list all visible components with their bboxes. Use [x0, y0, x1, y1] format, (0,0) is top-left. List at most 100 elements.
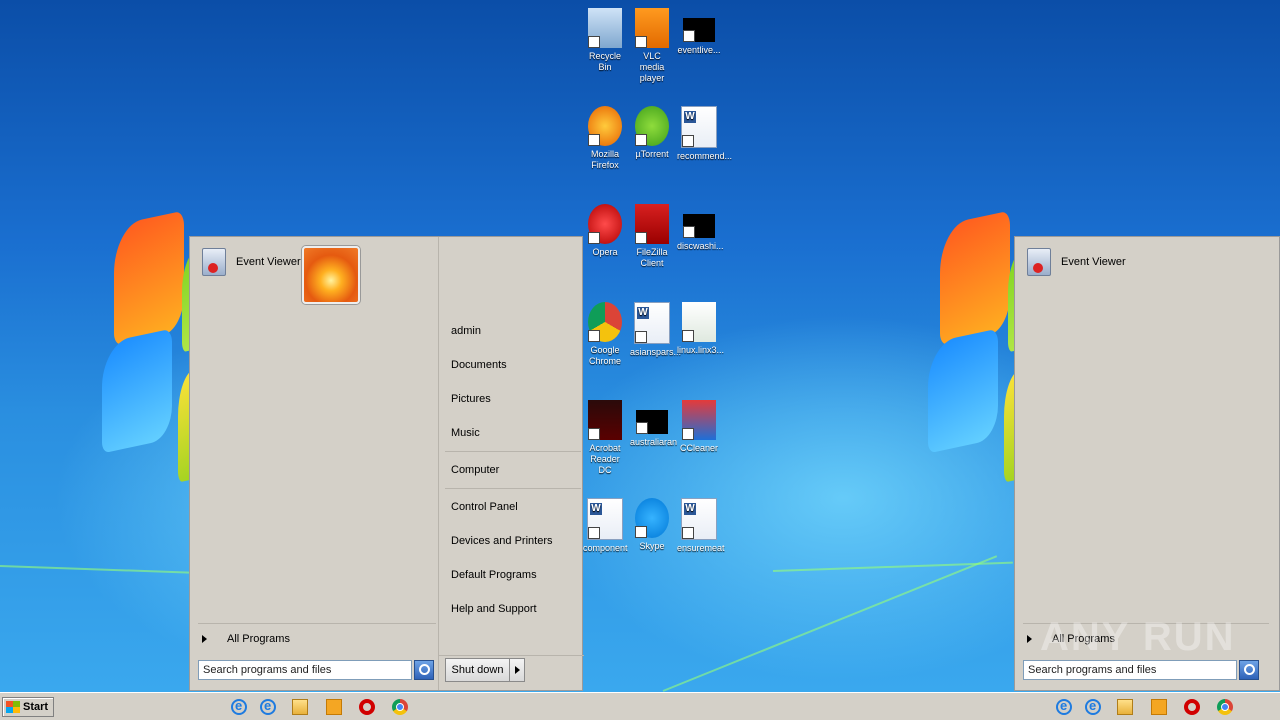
- desktop-icon[interactable]: Acrobat Reader DC: [583, 400, 627, 476]
- opera-icon[interactable]: [359, 699, 375, 715]
- desktop-icon-label: linux.linx3...: [677, 345, 725, 355]
- start-button[interactable]: Start: [2, 697, 54, 717]
- chrome-icon[interactable]: [1217, 699, 1233, 715]
- desktop-icon[interactable]: Mozilla Firefox: [583, 106, 627, 171]
- shortcut-arrow-icon: [682, 135, 694, 147]
- menu-item-music[interactable]: Music: [451, 427, 480, 439]
- program-event-viewer-right[interactable]: Event Viewer: [1027, 247, 1126, 277]
- desktop-icon[interactable]: Skype: [630, 498, 674, 552]
- shutdown-options-arrow-icon[interactable]: [510, 666, 524, 674]
- shortcut-arrow-icon: [588, 428, 600, 440]
- acrobat-icon: [588, 400, 622, 440]
- desktop-icon[interactable]: FileZilla Client: [630, 204, 674, 269]
- desktop-icon-label: Skype: [639, 541, 665, 551]
- desktop-icon[interactable]: linux.linx3...: [677, 302, 725, 356]
- desktop-icon-label: µTorrent: [635, 149, 669, 159]
- menu-item-default-programs[interactable]: Default Programs: [451, 569, 537, 581]
- menu-item-documents[interactable]: Documents: [451, 359, 507, 371]
- start-menu-places-pane: admin Documents Pictures Music Computer …: [438, 237, 584, 690]
- desktop-icon-label: Opera: [592, 247, 618, 257]
- desktop-icon[interactable]: VLC media player: [630, 8, 674, 84]
- desktop-icon[interactable]: discwashi...: [677, 204, 724, 252]
- desktop-icon[interactable]: Google Chrome: [583, 302, 627, 367]
- recycle-bin-icon: [588, 8, 622, 48]
- windows-flag-icon: [6, 701, 20, 713]
- program-label: Event Viewer: [236, 256, 301, 268]
- shortcut-arrow-icon: [635, 526, 647, 538]
- ccleaner-icon: [682, 400, 716, 440]
- search-icon[interactable]: [414, 660, 434, 680]
- desktop-icon-label: Acrobat Reader DC: [589, 443, 621, 475]
- search-input[interactable]: Search programs and files: [198, 660, 412, 680]
- event-viewer-icon: [1027, 248, 1051, 276]
- shutdown-label: Shut down: [446, 659, 510, 681]
- shortcut-arrow-icon: [635, 134, 647, 146]
- vlc-icon: [635, 8, 669, 48]
- utorrent-icon: [635, 106, 669, 146]
- search-input-right[interactable]: Search programs and files: [1023, 660, 1237, 680]
- divider: [439, 655, 584, 656]
- media-player-icon[interactable]: [1151, 699, 1167, 715]
- desktop-icon[interactable]: CCleaner: [677, 400, 721, 454]
- shortcut-arrow-icon: [682, 428, 694, 440]
- desktop-icon-label: recommend...: [677, 151, 733, 161]
- explorer-folder-icon[interactable]: [292, 699, 308, 715]
- desktop-icon[interactable]: recommend...: [677, 106, 733, 162]
- word-doc-icon: [587, 498, 623, 540]
- shortcut-arrow-icon: [588, 527, 600, 539]
- shortcut-arrow-icon: [588, 36, 600, 48]
- desktop-icon[interactable]: component: [583, 498, 628, 554]
- skype-icon: [635, 498, 669, 538]
- media-player-icon[interactable]: [326, 699, 342, 715]
- word-doc-icon: [634, 302, 670, 344]
- search-icon[interactable]: [1239, 660, 1259, 680]
- desktop-icon-label: component: [583, 543, 628, 553]
- start-menu-programs-pane: Event Viewer All Programs Search program…: [190, 237, 438, 690]
- shortcut-arrow-icon: [682, 330, 694, 342]
- internet-explorer-icon[interactable]: [1056, 698, 1072, 715]
- menu-item-devices-printers[interactable]: Devices and Printers: [451, 535, 553, 547]
- shortcut-arrow-icon: [588, 134, 600, 146]
- menu-item-pictures[interactable]: Pictures: [451, 393, 491, 405]
- user-avatar[interactable]: [302, 246, 360, 304]
- shortcut-arrow-icon: [635, 331, 647, 343]
- desktop-icon[interactable]: µTorrent: [630, 106, 674, 160]
- desktop-icon-label: australiaran: [630, 437, 678, 447]
- desktop-icon-label: discwashi...: [677, 241, 724, 251]
- desktop-icon-label: FileZilla Client: [636, 247, 668, 268]
- image-file-icon: [682, 302, 716, 342]
- desktop-icon[interactable]: ensuremeat: [677, 498, 725, 554]
- menu-item-computer[interactable]: Computer: [451, 464, 499, 476]
- black-file-icon: [683, 18, 715, 42]
- filezilla-icon: [635, 204, 669, 244]
- internet-explorer-icon[interactable]: [231, 698, 247, 715]
- menu-item-admin[interactable]: admin: [451, 325, 481, 337]
- internet-explorer-icon[interactable]: [1085, 698, 1101, 715]
- desktop-icon[interactable]: Opera: [583, 204, 627, 258]
- shortcut-arrow-icon: [635, 232, 647, 244]
- menu-item-control-panel[interactable]: Control Panel: [451, 501, 518, 513]
- desktop-icon[interactable]: eventlive...: [677, 8, 721, 56]
- word-doc-icon: [681, 106, 717, 148]
- desktop-icon[interactable]: asianspars...: [630, 302, 682, 358]
- word-doc-icon: [681, 498, 717, 540]
- shortcut-arrow-icon: [635, 36, 647, 48]
- arrow-right-icon: [202, 635, 207, 643]
- arrow-right-icon: [1027, 635, 1032, 643]
- desktop-icon-label: Mozilla Firefox: [590, 149, 619, 170]
- menu-item-help-support[interactable]: Help and Support: [451, 603, 537, 615]
- firefox-icon: [588, 106, 622, 146]
- black-file-icon: [683, 214, 715, 238]
- desktop-icon[interactable]: australiaran: [630, 400, 678, 448]
- desktop-icon[interactable]: Recycle Bin: [583, 8, 627, 73]
- program-event-viewer[interactable]: Event Viewer: [202, 247, 301, 277]
- internet-explorer-icon[interactable]: [260, 698, 276, 715]
- chrome-icon[interactable]: [392, 699, 408, 715]
- opera-icon[interactable]: [1184, 699, 1200, 715]
- desktop-icon-label: asianspars...: [630, 347, 682, 357]
- all-programs-button[interactable]: All Programs: [202, 633, 290, 645]
- shutdown-button[interactable]: Shut down: [445, 658, 525, 682]
- shortcut-arrow-icon: [588, 330, 600, 342]
- opera-icon: [588, 204, 622, 244]
- explorer-folder-icon[interactable]: [1117, 699, 1133, 715]
